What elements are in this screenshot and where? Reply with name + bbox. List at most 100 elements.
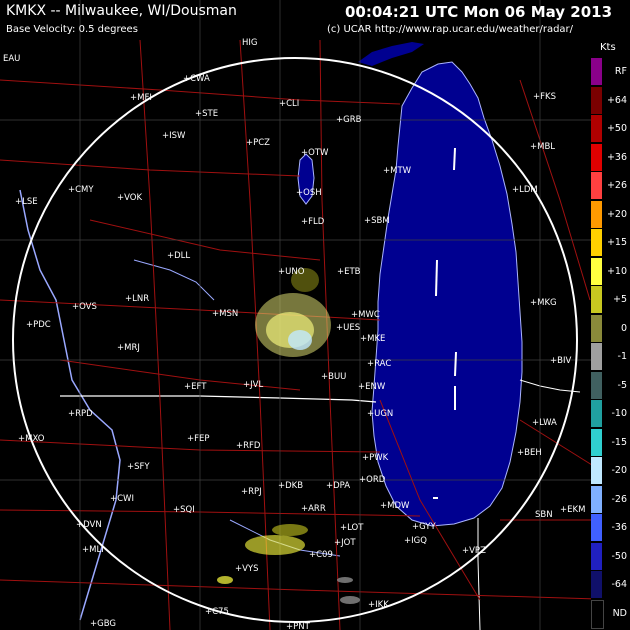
city-ovs: +OVS: [72, 302, 97, 312]
city-beh: +BEH: [517, 448, 542, 458]
city-dpa: +DPA: [326, 481, 350, 491]
city-pnt: +PNT: [286, 622, 311, 630]
timestamp: 00:04:21 UTC Mon 06 May 2013: [345, 3, 613, 21]
city-cmy: +CMY: [68, 185, 94, 195]
legend-label: -50: [611, 550, 627, 562]
city-dvn: +DVN: [76, 520, 102, 530]
legend-swatch: [591, 143, 602, 171]
legend-swatch: [591, 542, 602, 570]
legend-label: -5: [617, 379, 627, 391]
city-msn: +MSN: [212, 309, 238, 319]
legend-swatch: [591, 571, 602, 598]
legend-swatch: [591, 200, 602, 228]
city-sbn: SBN: [535, 510, 553, 520]
city-mbl: +MBL: [530, 142, 555, 152]
city-mkg: +MKG: [530, 298, 557, 308]
legend-label: -15: [611, 436, 627, 448]
city-jot: +JOT: [334, 538, 356, 548]
legend-label: +10: [606, 265, 627, 277]
legend-label: -1: [617, 351, 627, 362]
city-mtw: +MTW: [383, 166, 412, 176]
city-eft: +EFT: [184, 382, 207, 392]
city-ikk: +IKK: [368, 600, 389, 610]
city-sfy: +SFY: [127, 462, 150, 472]
legend-label: +50: [606, 123, 627, 134]
legend-swatch: [591, 115, 602, 142]
city-rac: +RAC: [367, 359, 391, 369]
legend-swatch: [591, 229, 602, 256]
city-gyy: +GYY: [412, 522, 436, 532]
city-osh: +OSH: [296, 188, 322, 198]
city-ldm: +LDM: [512, 185, 538, 195]
legend-label: RF: [614, 66, 627, 77]
city-biv: +BIV: [550, 356, 571, 366]
state-border-mi: [519, 379, 581, 393]
city-ugn: +UGN: [367, 409, 393, 419]
city-pdc: +PDC: [26, 320, 51, 330]
city-rfd: +RFD: [236, 441, 261, 451]
legend-swatch: [591, 428, 602, 456]
city-cwa: +CWA: [183, 74, 210, 84]
city-mrj: +MRJ: [117, 343, 140, 353]
city-ste: +STE: [195, 109, 218, 119]
city-lot: +LOT: [340, 523, 364, 533]
city-mxo: +MXO: [18, 434, 45, 444]
city-vys: +VYS: [235, 564, 259, 574]
city-sbm: +SBM: [364, 216, 390, 226]
legend-swatch: [591, 257, 602, 285]
city-dll: +DLL: [167, 251, 190, 261]
radar-map: EAU HIG +CWA +MFI +STE +CLI +GRB +ISW +P…: [0, 0, 630, 630]
legend-label: 0: [620, 322, 627, 334]
legend-swatch: [591, 286, 602, 313]
legend-swatch: [591, 86, 602, 114]
city-sqi: +SQI: [173, 505, 195, 515]
city-rpd: +RPD: [68, 409, 93, 419]
city-mke: +MKE: [360, 334, 385, 344]
city-dkb: +DKB: [278, 481, 303, 491]
legend-swatch: [591, 343, 602, 370]
city-lnr: +LNR: [125, 294, 149, 304]
legend-swatch: [591, 314, 602, 342]
legend-swatch: [591, 400, 602, 427]
legend-label: +64: [606, 94, 627, 106]
legend-label: +20: [606, 208, 627, 220]
city-pcz: +PCZ: [246, 138, 270, 148]
city-grb: +GRB: [336, 115, 362, 125]
legend-swatch: [591, 58, 602, 85]
legend-label: -64: [611, 579, 627, 590]
city-isw: +ISW: [162, 131, 186, 141]
velocity-echoes: [217, 268, 360, 604]
city-otw: +OTW: [301, 148, 329, 158]
city-vok: +VOK: [117, 193, 142, 203]
city-rpj: +RPJ: [241, 487, 262, 497]
legend-swatch: [591, 485, 602, 513]
legend-units: Kts: [600, 42, 616, 53]
city-ord: +ORD: [359, 475, 386, 485]
city-enw: +ENW: [358, 382, 386, 392]
legend-swatch: [591, 371, 602, 399]
city-uno: +UNO: [278, 267, 305, 277]
legend-label: +5: [612, 294, 627, 305]
lake-michigan: [371, 61, 523, 527]
city-igq: +IGQ: [404, 536, 427, 546]
city-buu: +BUU: [321, 372, 346, 382]
city-lse: +LSE: [15, 197, 38, 207]
velocity-legend: RF +64 +50 +36 +26 +20 +15 +10 +5 0 -1 -5 -10 -15 -20-…: [591, 39, 630, 630]
city-lwa: +LWA: [532, 418, 557, 428]
city-gbg: +GBG: [90, 619, 116, 629]
product-subtitle: Base Velocity: 0.5 degrees: [6, 24, 138, 35]
city-pwk: +PWK: [362, 453, 389, 463]
city-mli: +MLI: [82, 545, 104, 555]
city-ekm: +EKM: [560, 505, 585, 515]
legend-label: ND: [612, 607, 627, 619]
legend-label: -26: [611, 493, 627, 505]
city-c09: +C09: [309, 550, 333, 560]
credit-line: (c) UCAR http://www.rap.ucar.edu/weather…: [327, 24, 574, 35]
legend-swatch: [591, 172, 602, 199]
city-fld: +FLD: [301, 217, 325, 227]
legend-label: -36: [611, 522, 627, 533]
state-border: [60, 395, 377, 403]
city-c75: +C75: [205, 607, 229, 617]
city-mfi: +MFI: [130, 93, 152, 103]
lake-superior: [358, 42, 424, 66]
